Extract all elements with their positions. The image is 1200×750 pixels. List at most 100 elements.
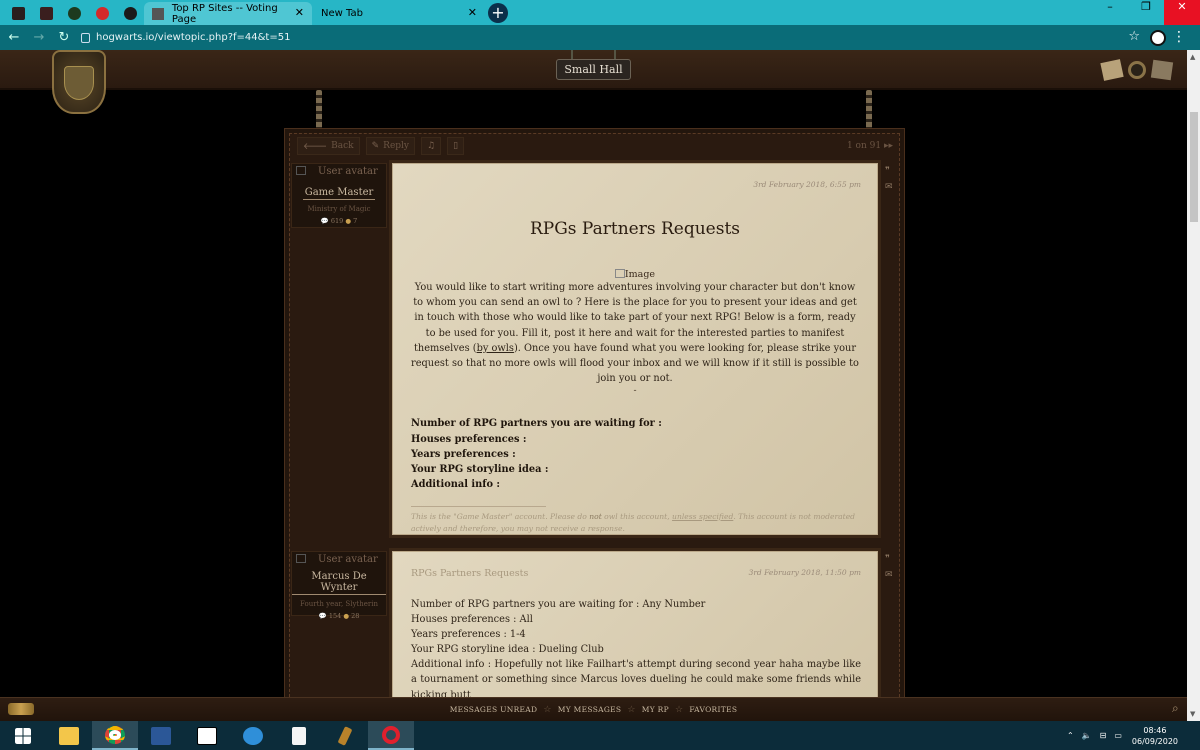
chevron-up-icon[interactable]: ⌃: [1067, 731, 1074, 740]
form-field: Years preferences :: [411, 448, 516, 460]
clock[interactable]: 08:46 06/09/2020: [1132, 725, 1178, 747]
form-field: Additional info :: [411, 478, 501, 490]
subscribe-button[interactable]: ♫: [421, 137, 442, 155]
lock-icon: [81, 32, 90, 43]
page-indicator: 1 on 91: [846, 141, 882, 151]
notification-icon[interactable]: ▭: [1114, 731, 1122, 740]
taskbar-notion[interactable]: [184, 721, 230, 750]
post-body: You would like to start writing more adv…: [393, 280, 877, 386]
user-avatar[interactable]: User avatar: [292, 166, 386, 180]
taskbar-word[interactable]: [138, 721, 184, 750]
user-avatar[interactable]: User avatar: [292, 554, 386, 568]
scrollbar-thumb[interactable]: [1190, 112, 1198, 222]
back-button[interactable]: 🡐 Back: [297, 137, 360, 155]
game-icon: [337, 725, 353, 746]
word-icon: [151, 726, 171, 745]
reply-button[interactable]: ✎ Reply: [365, 137, 415, 155]
user-stats: 💬 619 ● 7: [292, 217, 386, 225]
profile-avatar-icon[interactable]: [1150, 30, 1166, 46]
star-divider-icon: ☆: [674, 704, 684, 715]
close-icon[interactable]: ✕: [295, 6, 304, 19]
hogwarts-crest-logo[interactable]: [52, 50, 106, 114]
bell-icon: ♫: [427, 141, 436, 151]
nav-my-rp[interactable]: MY RP: [642, 705, 669, 714]
taskbar-app[interactable]: [230, 721, 276, 750]
page-viewport: Small Hall 🡐 Back ✎ Reply ♫ ▯ 1 on 91 ▸▸ U…: [0, 50, 1187, 721]
small-hall-sign[interactable]: Small Hall: [556, 59, 631, 80]
nav-favorites[interactable]: FAVORITES: [689, 705, 737, 714]
broken-image-icon: [296, 554, 306, 563]
by-owls-link[interactable]: by owls: [477, 343, 514, 354]
scroll-up-icon[interactable]: ▲: [1190, 53, 1195, 61]
forward-arrow-icon[interactable]: →: [28, 30, 50, 45]
taskbar-game[interactable]: [322, 721, 368, 750]
address-bar[interactable]: hogwarts.io/viewtopic.php?f=44&t=51: [81, 32, 1121, 43]
site-footer-nav: MESSAGES UNREAD ☆ MY MESSAGES ☆ MY RP ☆ …: [0, 697, 1187, 721]
pinned-tab[interactable]: [6, 3, 30, 23]
envelope-icon[interactable]: ✉: [885, 567, 893, 583]
site-favicon-icon: [11, 6, 25, 20]
close-icon[interactable]: ✕: [468, 6, 477, 19]
signature-emphasis: not: [589, 511, 602, 521]
nav-my-messages[interactable]: MY MESSAGES: [558, 705, 622, 714]
pinned-tab[interactable]: [90, 3, 114, 23]
post-line: Additional info : Hopefully not like Fai…: [411, 659, 861, 701]
scroll-down-icon[interactable]: ▼: [1190, 710, 1195, 718]
taskbar-opera[interactable]: [368, 721, 414, 750]
tab-new-tab[interactable]: New Tab ✕: [313, 2, 485, 25]
map-icon[interactable]: [1150, 59, 1174, 81]
bookmark-button[interactable]: ▯: [447, 137, 465, 155]
page-scrollbar[interactable]: ▲ ▼: [1187, 50, 1200, 721]
post-title: RPGs Partners Requests: [411, 568, 529, 579]
post-count: 154: [328, 612, 342, 620]
pinned-tab[interactable]: [34, 3, 58, 23]
window-close-button[interactable]: ✕: [1164, 0, 1200, 25]
site-favicon-icon: [67, 6, 81, 20]
tab-top-rp-sites[interactable]: Top RP Sites -- Voting Page ✕: [144, 2, 312, 25]
document-icon: [292, 726, 306, 745]
taskbar-file-explorer[interactable]: [46, 721, 92, 750]
bookmark-star-icon[interactable]: ☆: [1128, 29, 1140, 44]
taskbar-chrome[interactable]: [92, 721, 138, 750]
post-line: Your RPG storyline idea : Dueling Club: [411, 644, 604, 656]
unless-specified-link[interactable]: unless specified: [672, 512, 733, 521]
pinned-tab[interactable]: [62, 3, 86, 23]
nav-messages-unread[interactable]: MESSAGES UNREAD: [450, 705, 538, 714]
star-divider-icon: ☆: [543, 704, 552, 715]
quote-icon[interactable]: ❞: [885, 163, 893, 179]
network-icon[interactable]: ⊟: [1100, 731, 1107, 740]
taskbar-document[interactable]: [276, 721, 322, 750]
start-button[interactable]: [0, 721, 46, 750]
pencil-icon: ✎: [371, 141, 380, 151]
site-favicon-icon: [39, 6, 53, 20]
form-field: Houses preferences :: [411, 433, 527, 445]
coin-icon: ●: [345, 217, 352, 225]
username-link[interactable]: Game Master: [302, 187, 376, 200]
topic-board: 🡐 Back ✎ Reply ♫ ▯ 1 on 91 ▸▸ User avatar …: [284, 128, 905, 721]
hall-sign-chain: [571, 50, 616, 59]
next-page-icon[interactable]: ▸▸: [884, 141, 893, 151]
new-tab-button[interactable]: +: [488, 3, 508, 23]
minimize-button[interactable]: –: [1092, 0, 1128, 25]
username-link[interactable]: Marcus De Wynter: [292, 571, 386, 595]
envelope-icon[interactable]: ✉: [885, 179, 893, 195]
quote-icon[interactable]: ❞: [885, 551, 893, 567]
ring-icon[interactable]: [1128, 61, 1146, 79]
back-arrow-icon[interactable]: ←: [3, 30, 25, 45]
reply-label: Reply: [383, 141, 409, 151]
broken-image-icon: [296, 166, 306, 175]
search-icon[interactable]: ⌕: [1172, 701, 1179, 716]
site-logo-icon[interactable]: [8, 703, 34, 715]
pinned-tab[interactable]: [118, 3, 142, 23]
post-line: Houses preferences : All: [411, 614, 533, 626]
image-alt-text: Image: [624, 269, 656, 280]
maximize-button[interactable]: ❐: [1128, 0, 1164, 25]
site-favicon-icon: [123, 6, 137, 20]
user-stats: 💬 154 ● 28: [292, 612, 386, 620]
menu-dots-icon[interactable]: ⋮: [1172, 28, 1186, 46]
post-card: 3rd February 2018, 6:55 pm RPGs Partners…: [392, 163, 878, 535]
speech-bubble-icon: 💬: [320, 217, 329, 225]
reload-icon[interactable]: ↻: [53, 30, 75, 45]
volume-icon[interactable]: 🔈: [1082, 731, 1092, 740]
post-date: 3rd February 2018, 6:55 pm: [753, 180, 861, 189]
